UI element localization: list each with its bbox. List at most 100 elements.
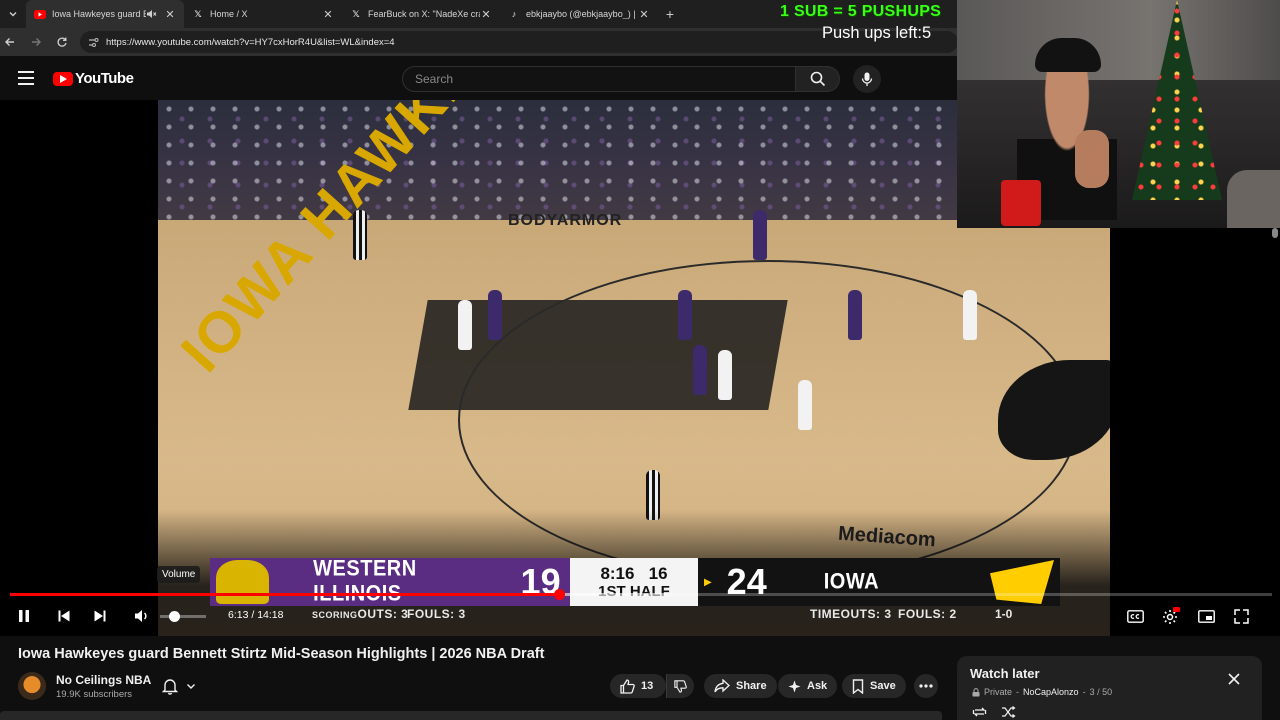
next-button[interactable] xyxy=(90,606,110,626)
tab-close-icon[interactable]: ✕ xyxy=(480,8,492,21)
miniplayer-icon xyxy=(1197,609,1215,623)
sidebar-scrollbar[interactable] xyxy=(1272,228,1278,238)
away-fouls: FOULS: 3 xyxy=(407,607,466,621)
tab-title: ebkjaaybo (@ebkjaaybo_) | Tik xyxy=(526,9,638,19)
ask-button[interactable]: Ask xyxy=(778,674,838,698)
streamer-hand xyxy=(1075,130,1109,188)
more-actions-button[interactable] xyxy=(914,674,938,698)
share-label: Share xyxy=(736,680,767,692)
player-figure xyxy=(798,380,812,430)
settings-button[interactable] xyxy=(1160,606,1182,626)
loop-playlist-button[interactable] xyxy=(972,706,987,718)
chevron-down-icon xyxy=(9,12,17,17)
tiktok-favicon-icon: ♪ xyxy=(511,9,517,19)
youtube-play-icon xyxy=(53,71,73,86)
tab-mute-icon[interactable] xyxy=(146,9,158,19)
lock-icon xyxy=(972,687,980,696)
home-record: 1-0 xyxy=(995,607,1013,621)
tab-title: FearBuck on X: "NadeXe crashe xyxy=(368,9,480,19)
reload-icon xyxy=(57,37,67,47)
browser-tab-x-post[interactable]: 𝕏 FearBuck on X: "NadeXe crashe ✕ xyxy=(342,0,500,28)
browser-toolbar: https://www.youtube.com/watch?v=HY7cxHor… xyxy=(0,28,958,56)
shot-clock: 16 xyxy=(648,563,668,583)
webcam-overlay xyxy=(957,0,1280,228)
playlist-panel: Watch later Private - NoCapAlonzo - 3 / … xyxy=(957,656,1262,720)
theater-mode-button[interactable] xyxy=(1196,606,1216,626)
leatherneck-logo-icon xyxy=(216,560,270,604)
game-period: 1ST HALF xyxy=(598,582,670,600)
volume-icon xyxy=(135,610,147,622)
search-placeholder: Search xyxy=(415,72,454,86)
subtitles-button[interactable] xyxy=(1125,606,1145,626)
notifications-button[interactable] xyxy=(162,674,208,698)
thumbs-up-icon xyxy=(620,678,635,694)
tab-close-icon[interactable]: ✕ xyxy=(638,8,650,21)
arrow-right-icon xyxy=(32,38,41,46)
tab-close-icon[interactable]: ✕ xyxy=(164,8,176,21)
scoreboard: WESTERN ILLINOIS 19 8:16 16 1ST HALF ▶ 2… xyxy=(210,556,1060,607)
forward-button[interactable] xyxy=(30,36,54,48)
video-title: Iowa Hawkeyes guard Bennett Stirtz Mid-S… xyxy=(18,646,545,662)
playlist-title[interactable]: Watch later xyxy=(970,666,1040,681)
browser-tab-youtube[interactable]: Iowa Hawkeyes guard Benn ✕ xyxy=(26,0,184,28)
new-tab-button[interactable]: + xyxy=(658,6,682,22)
youtube-logo[interactable]: YouTube xyxy=(53,70,134,87)
playlist-position: 3 / 50 xyxy=(1089,687,1113,697)
channel-avatar[interactable] xyxy=(18,672,46,700)
search-input[interactable]: Search xyxy=(402,66,796,92)
back-button[interactable] xyxy=(4,36,28,48)
tab-title: Home / X xyxy=(210,9,248,19)
seek-bar[interactable] xyxy=(10,589,1272,600)
chair-image xyxy=(1227,170,1280,228)
browser-tab-tiktok[interactable]: ♪ ebkjaaybo (@ebkjaaybo_) | Tik ✕ xyxy=(500,0,658,28)
volume-tooltip: Volume xyxy=(157,566,201,583)
reload-button[interactable] xyxy=(56,36,80,48)
voice-search-button[interactable] xyxy=(853,65,881,93)
playlist-owner[interactable]: NoCapAlonzo xyxy=(1023,687,1079,697)
tab-search-button[interactable] xyxy=(0,0,26,28)
more-horizontal-icon xyxy=(919,684,933,688)
player-figure xyxy=(678,290,692,340)
shuffle-playlist-button[interactable] xyxy=(1001,706,1016,718)
share-icon xyxy=(714,679,730,693)
mute-button[interactable] xyxy=(132,606,152,626)
shuffle-icon xyxy=(1002,706,1016,718)
away-team-panel: WESTERN ILLINOIS 19 xyxy=(210,556,570,607)
closed-captions-icon xyxy=(1126,609,1144,623)
menu-icon[interactable] xyxy=(18,71,34,85)
fullscreen-button[interactable] xyxy=(1231,606,1251,626)
tab-title: Iowa Hawkeyes guard Benn xyxy=(52,9,146,19)
loop-icon xyxy=(972,707,987,717)
channel-subscribers: 19.9K subscribers xyxy=(56,689,133,700)
search-icon xyxy=(810,71,825,87)
scrubber-handle[interactable] xyxy=(553,589,565,600)
away-team-name: WESTERN ILLINOIS xyxy=(313,556,417,607)
youtube-favicon-icon xyxy=(34,8,46,20)
volume-slider[interactable] xyxy=(160,611,206,622)
like-button[interactable]: 13 xyxy=(610,674,666,698)
tab-close-icon[interactable]: ✕ xyxy=(322,8,334,21)
buffered-bar xyxy=(558,593,667,596)
hawkeye-logo-icon xyxy=(990,560,1054,604)
player-figure xyxy=(963,290,977,340)
streamer-hair xyxy=(1035,38,1101,72)
skip-previous-icon xyxy=(58,610,70,622)
close-playlist-button[interactable] xyxy=(1228,673,1240,685)
url-text: https://www.youtube.com/watch?v=HY7cxHor… xyxy=(106,36,395,48)
arrow-left-icon xyxy=(5,38,14,46)
pause-button[interactable] xyxy=(14,606,34,626)
red-cup-image xyxy=(1001,180,1041,226)
browser-tab-x-home[interactable]: 𝕏 Home / X ✕ xyxy=(184,0,342,28)
share-button[interactable]: Share xyxy=(704,674,777,698)
dislike-button[interactable] xyxy=(666,674,694,698)
channel-name[interactable]: No Ceilings NBA xyxy=(56,673,151,687)
description-box[interactable] xyxy=(0,711,942,720)
site-info-icon[interactable] xyxy=(88,37,100,48)
chevron-down-icon xyxy=(187,684,195,689)
search-button[interactable] xyxy=(796,66,840,92)
previous-button[interactable] xyxy=(54,606,74,626)
save-button[interactable]: Save xyxy=(842,674,906,698)
x-favicon-icon: 𝕏 xyxy=(194,8,202,19)
sparkle-icon xyxy=(788,680,801,692)
bookmark-icon xyxy=(852,678,864,694)
